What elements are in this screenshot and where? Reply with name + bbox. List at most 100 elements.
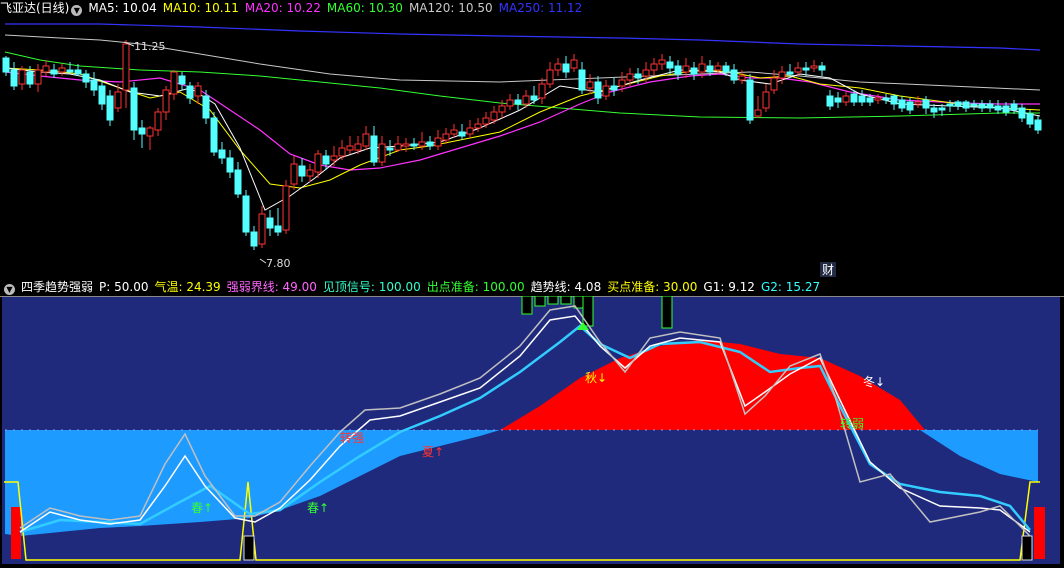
left-red-bar [11,507,21,559]
candle-body [2,57,10,73]
candle-body [754,109,762,117]
candle-body [266,217,274,229]
winter-label: 冬↓ [863,374,885,389]
candle-body [1002,105,1010,113]
candle-body [210,117,218,153]
candle-body [226,157,234,173]
candle-body [610,85,618,91]
candle-body [826,95,834,107]
candle-body [106,95,114,121]
candle-body [10,69,18,87]
candle-body [722,65,730,73]
legend-temperature: 气温: 24.39 [154,280,221,294]
candle-body [498,105,506,113]
strengthen-label: 转强 [340,430,364,445]
candle-body [834,97,842,103]
candle-body [770,77,778,91]
candle-body [594,81,602,99]
candle-body [994,105,1002,111]
candle-body [434,137,442,147]
candle-body [858,95,866,103]
candle-body [514,99,522,105]
candle-body [874,97,882,101]
candle-body [554,63,562,71]
candle-body [562,63,570,73]
candle-body [634,73,642,79]
candle-body [218,149,226,159]
candle-body [370,135,378,163]
candle-body [778,71,786,79]
candle-body [930,107,938,113]
indicator-title[interactable]: 四季趋势强弱 [21,280,93,294]
candle-body [954,101,962,107]
candle-body [130,87,138,131]
candle-body [178,75,186,85]
candle-body [138,127,146,135]
candle-body [970,103,978,107]
candle-body [682,65,690,73]
candle-body [250,231,258,247]
candle-body [490,111,498,121]
legend-strength-line: 强弱界线: 49.00 [226,280,317,294]
candle-body [74,69,82,75]
candle-body [298,165,306,177]
high-price-label: 11.25 [134,40,166,53]
legend-exit-prep: 出点准备: 100.00 [426,280,525,294]
candle-body [650,63,658,71]
right-red-bar [1034,507,1045,559]
candle-body [546,69,554,85]
high-annotation: 11.25 [123,40,166,53]
candle-body [898,99,906,109]
candle-body [802,67,810,71]
candle-body [570,59,578,69]
candle-body [922,99,930,109]
left-black-bar [243,535,255,561]
candle-body [466,127,474,135]
candle-body [794,67,802,73]
chevron-down-icon[interactable]: ▼ [4,284,15,295]
candle-body [338,147,346,157]
candle-body [530,95,538,101]
low-price-label: 7.80 [266,257,291,270]
candle-body [690,67,698,75]
candle-body [242,195,250,233]
candle-body [578,69,586,91]
summer-label: 夏↑ [422,445,444,459]
candle-body [50,69,58,75]
season-trend-indicator-chart[interactable]: 春↑ 春↑ 转强 夏↑ 秋↓ 冬↓ 转弱 [0,296,1064,568]
candle-body [18,69,26,85]
candle-body [602,85,610,97]
candle-body [538,83,546,99]
candle-body [906,101,914,111]
candle-body [354,143,362,151]
candle-body [146,127,154,137]
right-black-bar [1021,535,1033,561]
candle-body [866,97,874,103]
candle-body [474,123,482,129]
legend-g2: G2: 15.27 [760,280,821,294]
autumn-label: 秋↓ [585,371,607,385]
candle-body [186,85,194,99]
candle-body [426,141,434,147]
candle-body [946,103,954,107]
candle-body [810,65,818,69]
candle-body [90,79,98,91]
candle-body [714,65,722,71]
candle-body [322,155,330,165]
candle-body [914,101,922,105]
candle-body [114,91,122,109]
candle-body [402,143,410,147]
candle-body [642,69,650,77]
candle-body [306,169,314,177]
candle-body [706,65,714,73]
candle-body [362,133,370,147]
candle-body [882,97,890,101]
candle-body [1018,107,1026,119]
price-chart[interactable]: 11.25 7.80 财 [0,0,1064,296]
candle-body [618,79,626,87]
candle-body [386,147,394,151]
legend-trend-line: 趋势线: 4.08 [530,280,602,294]
candle-body [82,73,90,83]
candle-body [850,93,858,103]
candle-body [290,163,298,185]
